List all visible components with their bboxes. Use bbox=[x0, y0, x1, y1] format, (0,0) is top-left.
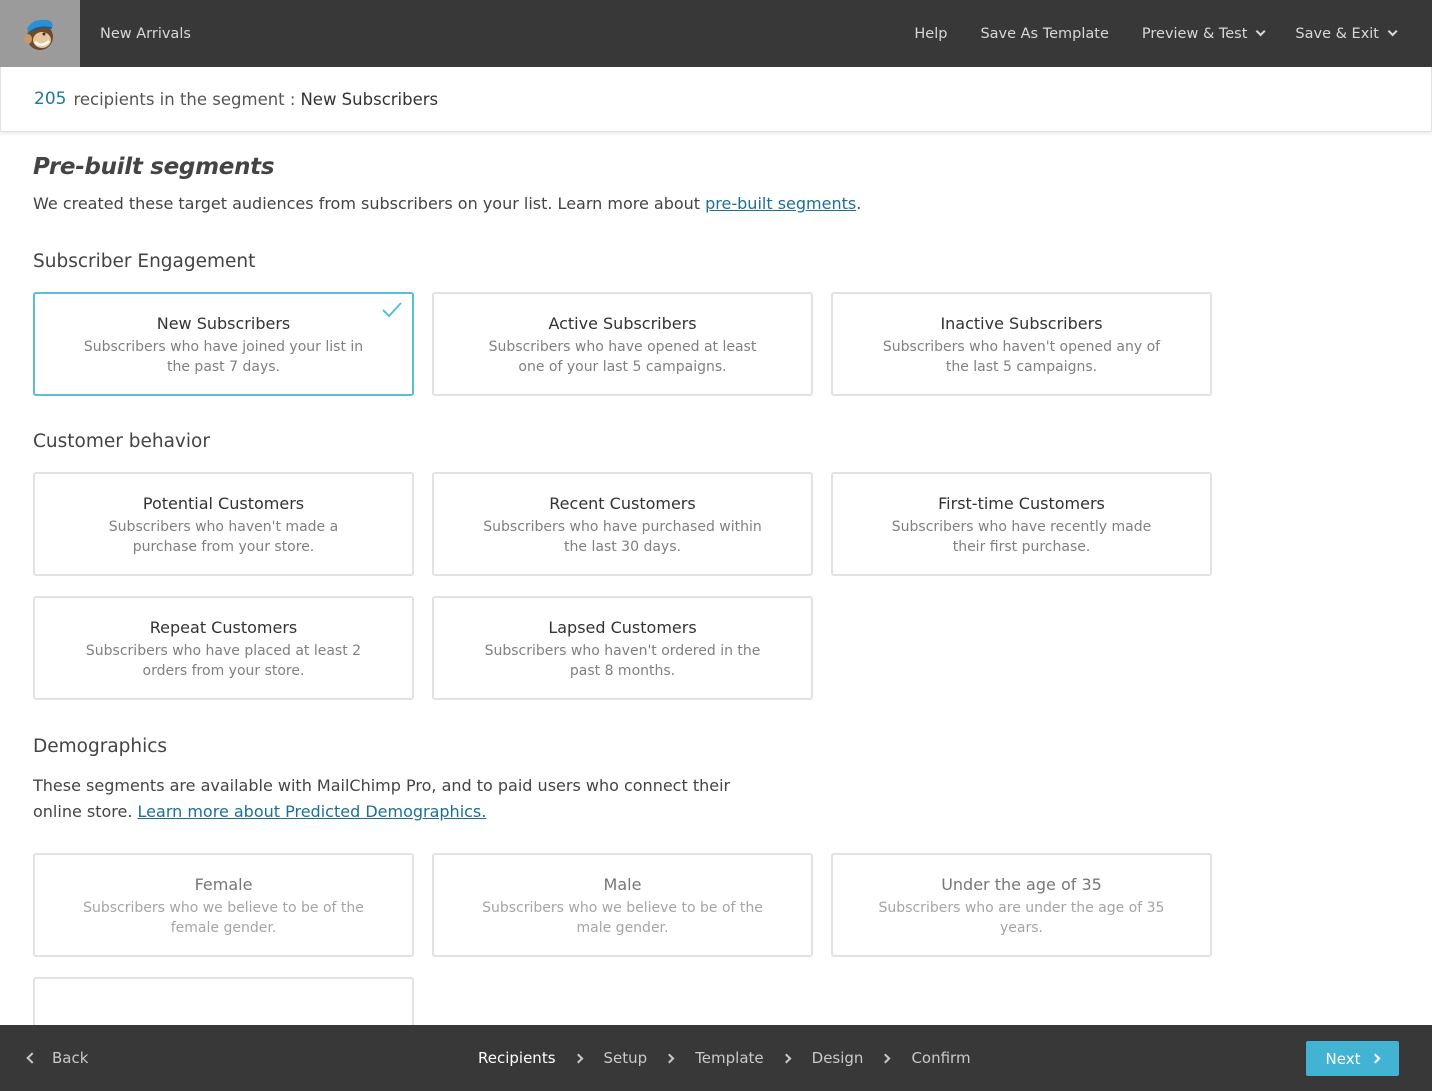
help-link[interactable]: Help bbox=[914, 26, 947, 42]
logo-button[interactable] bbox=[0, 0, 80, 67]
card-title: Female bbox=[194, 875, 253, 894]
chevron-left-icon bbox=[26, 1052, 38, 1064]
checkmark-icon bbox=[382, 302, 402, 318]
card-title: Inactive Subscribers bbox=[940, 314, 1103, 333]
card-description: Subscribers who have purchased within th… bbox=[483, 519, 762, 555]
section-heading-customer-behavior: Customer behavior bbox=[33, 431, 210, 452]
predicted-demographics-link[interactable]: Learn more about Predicted Demographics. bbox=[138, 802, 487, 821]
next-label: Next bbox=[1325, 1049, 1361, 1068]
help-label: Help bbox=[914, 25, 948, 42]
segment-card-inactive-subscribers[interactable]: Inactive Subscribers Subscribers who hav… bbox=[831, 292, 1212, 396]
card-title: Repeat Customers bbox=[149, 618, 298, 637]
card-title: Lapsed Customers bbox=[548, 618, 697, 637]
preview-test-label: Preview & Test bbox=[1141, 25, 1248, 42]
recipients-summary-bar: 205 recipients in the segment : New Subs… bbox=[0, 67, 1432, 132]
intro-period: . bbox=[856, 194, 862, 213]
card-title: New Subscribers bbox=[156, 314, 291, 333]
top-bar: New Arrivals Help Save As Template Previ… bbox=[0, 0, 1432, 67]
card-description: Subscribers who are under the age of 35 … bbox=[878, 900, 1165, 936]
customer-behavior-cards: Potential Customers Subscribers who have… bbox=[33, 472, 1233, 700]
demographics-description: These segments are available with MailCh… bbox=[33, 773, 733, 825]
card-title: Recent Customers bbox=[549, 494, 696, 513]
card-title: Active Subscribers bbox=[548, 314, 697, 333]
card-description: Subscribers who have placed at least 2 o… bbox=[85, 643, 362, 679]
footer-bar: Back Recipients Setup Template Design Co… bbox=[0, 1025, 1432, 1091]
card-description: Subscribers who haven't ordered in the p… bbox=[484, 643, 761, 679]
step-breadcrumb: Recipients Setup Template Design Confirm bbox=[478, 1049, 971, 1067]
segment-card-active-subscribers[interactable]: Active Subscribers Subscribers who have … bbox=[432, 292, 813, 396]
segment-card-new-subscribers[interactable]: New Subscribers Subscribers who have joi… bbox=[33, 292, 414, 396]
chevron-right-icon bbox=[664, 1053, 675, 1063]
section-heading-engagement: Subscriber Engagement bbox=[33, 251, 256, 272]
card-description: Subscribers who we believe to be of the … bbox=[482, 900, 763, 936]
save-exit-label: Save & Exit bbox=[1295, 25, 1379, 42]
card-description: Subscribers who haven't made a purchase … bbox=[108, 519, 339, 555]
engagement-cards: New Subscribers Subscribers who have joi… bbox=[33, 292, 1233, 396]
segment-card-potential-customers[interactable]: Potential Customers Subscribers who have… bbox=[33, 472, 414, 576]
segment-card-under-35[interactable]: Under the age of 35 Subscribers who are … bbox=[831, 853, 1212, 957]
save-as-template-label: Save As Template bbox=[980, 25, 1109, 42]
chevron-right-icon bbox=[781, 1053, 792, 1063]
card-title: Male bbox=[603, 875, 642, 894]
card-description: Subscribers who we believe to be of the … bbox=[83, 900, 364, 936]
step-confirm[interactable]: Confirm bbox=[911, 1049, 970, 1067]
step-recipients[interactable]: Recipients bbox=[478, 1049, 556, 1067]
page-title: Pre-built segments bbox=[33, 154, 275, 180]
segment-name: New Subscribers bbox=[300, 89, 439, 109]
chevron-down-icon bbox=[1387, 26, 1398, 37]
step-setup[interactable]: Setup bbox=[604, 1049, 648, 1067]
save-exit-dropdown[interactable]: Save & Exit bbox=[1295, 25, 1398, 42]
pre-built-segments-link[interactable]: pre-built segments bbox=[705, 194, 856, 213]
chevron-right-icon bbox=[880, 1053, 891, 1063]
mailchimp-logo-icon bbox=[24, 19, 53, 50]
step-template[interactable]: Template bbox=[695, 1049, 763, 1067]
card-title: Potential Customers bbox=[142, 494, 305, 513]
chevron-right-icon bbox=[573, 1053, 583, 1063]
save-as-template-button[interactable]: Save As Template bbox=[980, 26, 1108, 42]
card-title: Under the age of 35 bbox=[941, 875, 1102, 894]
section-heading-demographics: Demographics bbox=[33, 736, 168, 757]
segment-card-female[interactable]: Female Subscribers who we believe to be … bbox=[33, 853, 414, 957]
card-description: Subscribers who have opened at least one… bbox=[488, 339, 757, 375]
card-description: Subscribers who haven't opened any of th… bbox=[882, 339, 1161, 375]
top-nav: Help Save As Template Preview & Test Sav… bbox=[881, 0, 1432, 67]
campaign-name: New Arrivals bbox=[100, 25, 191, 42]
segment-card-first-time-customers[interactable]: First-time Customers Subscribers who hav… bbox=[831, 472, 1212, 576]
intro-body: We created these target audiences from s… bbox=[33, 194, 706, 213]
preview-test-dropdown[interactable]: Preview & Test bbox=[1141, 25, 1266, 42]
card-title: First-time Customers bbox=[938, 494, 1105, 513]
intro-text: We created these target audiences from s… bbox=[33, 194, 1233, 213]
step-design[interactable]: Design bbox=[812, 1049, 864, 1067]
card-description: Subscribers who have recently made their… bbox=[891, 519, 1152, 555]
card-description: Subscribers who have joined your list in… bbox=[83, 339, 364, 375]
next-button[interactable]: Next bbox=[1306, 1041, 1399, 1076]
recipients-label: recipients in the segment : bbox=[73, 89, 296, 109]
segment-card-male[interactable]: Male Subscribers who we believe to be of… bbox=[432, 853, 813, 957]
chevron-right-icon bbox=[1371, 1053, 1381, 1064]
recipient-count: 205 bbox=[34, 89, 67, 109]
segment-card-recent-customers[interactable]: Recent Customers Subscribers who have pu… bbox=[432, 472, 813, 576]
back-label: Back bbox=[52, 1049, 89, 1067]
segment-card-repeat-customers[interactable]: Repeat Customers Subscribers who have pl… bbox=[33, 596, 414, 700]
segment-card-lapsed-customers[interactable]: Lapsed Customers Subscribers who haven't… bbox=[432, 596, 813, 700]
chevron-down-icon bbox=[1256, 26, 1266, 37]
back-button[interactable]: Back bbox=[26, 1049, 89, 1067]
main-content: Pre-built segments We created these targ… bbox=[33, 132, 1233, 1081]
